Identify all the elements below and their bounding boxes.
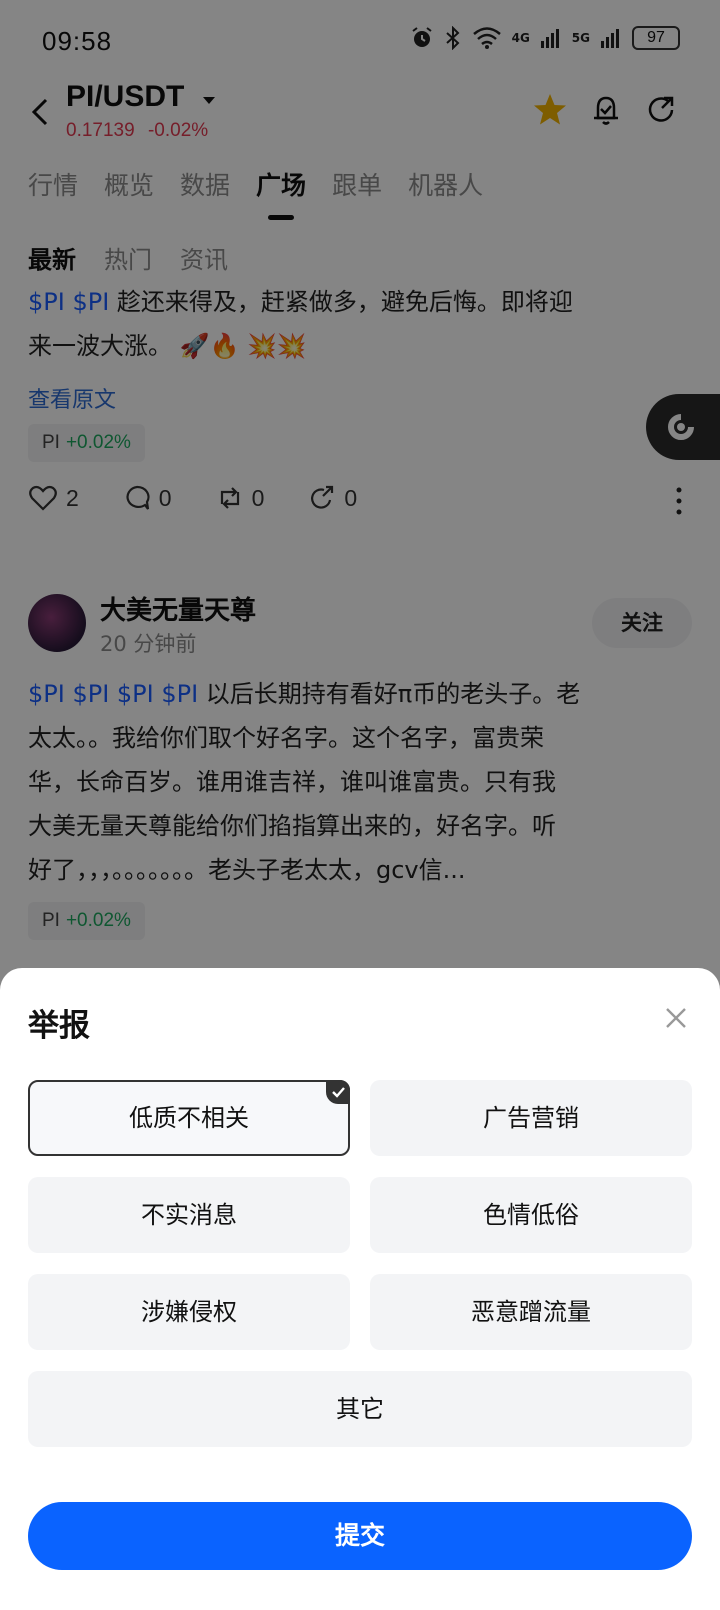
checkmark-icon [332,1087,345,1098]
selected-check-badge [326,1080,350,1104]
report-option-false-info[interactable]: 不实消息 [28,1177,350,1253]
option-label: 低质不相关 [129,1104,249,1132]
submit-button[interactable]: 提交 [28,1502,692,1570]
close-icon[interactable] [662,1004,690,1032]
report-option-low-quality[interactable]: 低质不相关 [28,1080,350,1156]
report-option-infringement[interactable]: 涉嫌侵权 [28,1274,350,1350]
sheet-title: 举报 [28,1008,90,1044]
report-option-vulgar[interactable]: 色情低俗 [370,1177,692,1253]
report-option-other[interactable]: 其它 [28,1371,692,1447]
report-option-traffic-abuse[interactable]: 恶意蹭流量 [370,1274,692,1350]
report-option-ads[interactable]: 广告营销 [370,1080,692,1156]
report-sheet: 举报 低质不相关 广告营销 不实消息 色情低俗 涉嫌侵权 恶意蹭流量 其它 提交 [0,968,720,1610]
